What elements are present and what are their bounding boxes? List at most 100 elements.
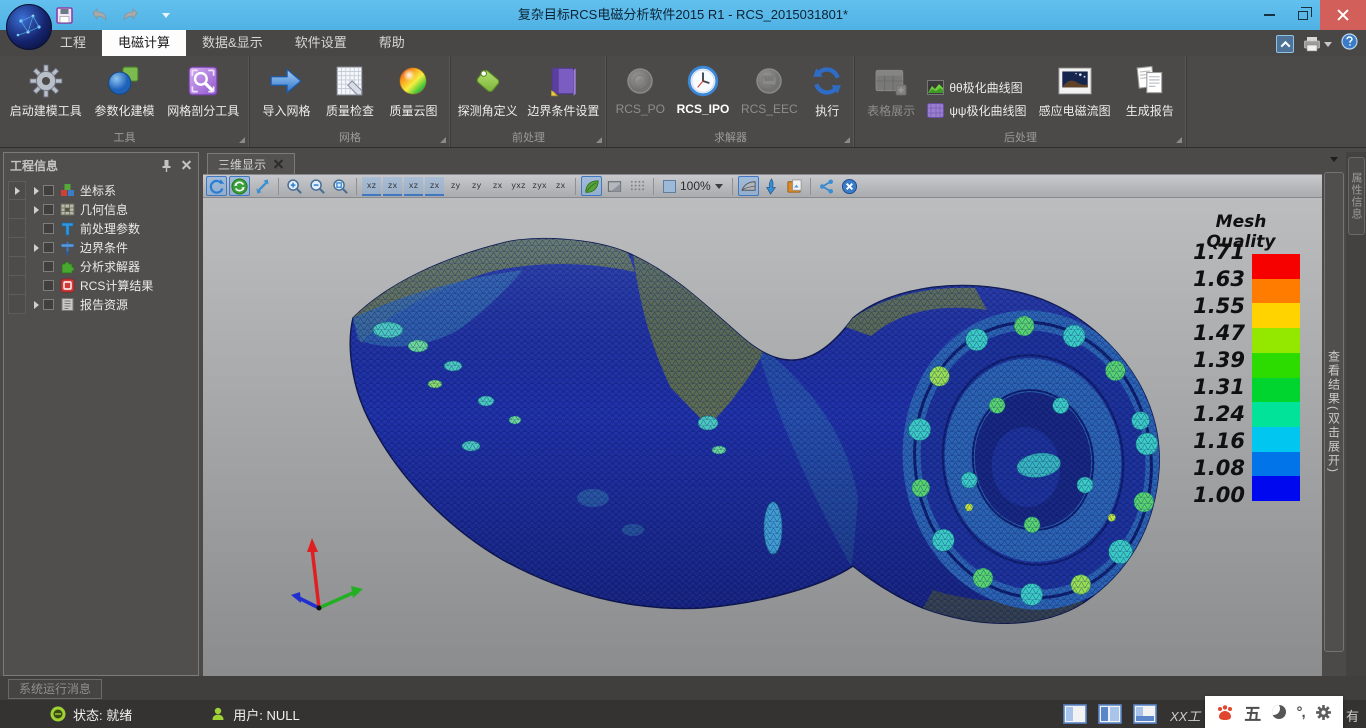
layout-bottom-panel-button[interactable]: [1133, 704, 1157, 724]
launch-modeling-tool-button[interactable]: 启动建模工具: [7, 62, 85, 119]
ribbon-group-label: 工具: [0, 130, 249, 147]
close-tab-icon[interactable]: [274, 159, 284, 169]
view-axis-button-5[interactable]: zy: [446, 177, 465, 196]
checkbox[interactable]: [43, 299, 54, 310]
tab-3d-display[interactable]: 三维显示: [207, 153, 295, 174]
boundary-conditions-button[interactable]: 边界条件设置: [524, 62, 602, 119]
wireframe-button[interactable]: [627, 176, 648, 196]
app-logo[interactable]: [6, 4, 52, 50]
tree-item-report-resources[interactable]: 报告资源: [8, 295, 194, 314]
expand-arrow-icon[interactable]: [34, 206, 39, 214]
layout-split-panel-button[interactable]: [1098, 704, 1122, 724]
dialog-launcher-icon[interactable]: [844, 137, 850, 143]
properties-tab[interactable]: 属性信息: [1348, 157, 1365, 235]
layout-left-panel-button[interactable]: [1063, 704, 1087, 724]
checkbox[interactable]: [43, 280, 54, 291]
minimize-button[interactable]: [1252, 0, 1286, 30]
rcs-ipo-button[interactable]: RCS_IPO: [674, 62, 733, 116]
smooth-shading-button[interactable]: [581, 176, 602, 196]
rcs-po-button[interactable]: RCS_PO: [613, 62, 668, 116]
expand-arrow-icon[interactable]: [34, 187, 39, 195]
ime-paw-icon[interactable]: [1216, 704, 1234, 721]
refresh-view-button[interactable]: [229, 176, 250, 196]
collapse-ribbon-button[interactable]: [1276, 35, 1294, 53]
theta-polarization-curve-button[interactable]: θθ极化曲线图: [927, 79, 1026, 96]
parametric-modeling-button[interactable]: 参数化建模: [91, 62, 157, 119]
dialog-launcher-icon[interactable]: [239, 137, 245, 143]
drop-view-button[interactable]: [761, 176, 782, 196]
psi-polarization-curve-button[interactable]: ψψ极化曲线图: [927, 102, 1026, 119]
view-axis-button-8[interactable]: yxz: [509, 177, 528, 196]
tree-item-coordinate-system[interactable]: 坐标系: [8, 181, 194, 200]
tree-item-label: 坐标系: [80, 182, 116, 199]
table-display-button[interactable]: 表格展示: [864, 62, 918, 119]
view-axis-button-10[interactable]: zx: [551, 177, 570, 196]
rotate-view-button[interactable]: [206, 176, 227, 196]
quality-check-button[interactable]: 质量检查: [323, 62, 377, 119]
pan-view-button[interactable]: [252, 176, 273, 196]
view-axis-button-2[interactable]: zx: [383, 177, 402, 196]
tree-item-geometry-info[interactable]: 几何信息: [8, 200, 194, 219]
mesh-partition-tool-button[interactable]: 网格剖分工具: [164, 62, 242, 119]
checkbox[interactable]: [43, 242, 54, 253]
ime-moon-icon[interactable]: [1272, 705, 1286, 719]
ime-wubi-toggle[interactable]: 五: [1244, 700, 1261, 725]
dialog-launcher-icon[interactable]: [440, 137, 446, 143]
menu-tab-data-display[interactable]: 数据&显示: [186, 30, 279, 56]
folder-image-icon: [786, 178, 803, 195]
color-swatch: [1252, 254, 1300, 279]
chevron-down-icon[interactable]: [1330, 157, 1338, 162]
view-axis-button-9[interactable]: zyx: [530, 177, 549, 196]
zoom-in-button[interactable]: [284, 176, 305, 196]
view-axis-button-6[interactable]: zy: [467, 177, 486, 196]
probe-angle-button[interactable]: 探测角定义: [455, 62, 521, 119]
print-button[interactable]: [1303, 36, 1332, 52]
zoom-fit-button[interactable]: [330, 176, 351, 196]
close-button[interactable]: [1320, 0, 1366, 30]
zoom-level-select[interactable]: 100%: [659, 179, 727, 193]
induced-current-map-button[interactable]: 感应电磁流图: [1036, 62, 1114, 119]
viewport-3d[interactable]: Mesh Quality 1.71 1.63 1.55 1.47 1.39 1.…: [203, 198, 1322, 676]
checkbox[interactable]: [43, 223, 54, 234]
ime-punctuation-toggle[interactable]: °,: [1297, 704, 1305, 721]
close-view-button[interactable]: [839, 176, 860, 196]
dialog-launcher-icon[interactable]: [1176, 137, 1182, 143]
rcs-eec-button[interactable]: RCS_EEC: [738, 62, 801, 116]
generate-report-button[interactable]: 生成报告: [1123, 62, 1177, 119]
checkbox[interactable]: [43, 185, 54, 196]
view-axis-button-1[interactable]: xz: [362, 177, 381, 196]
flat-shading-button[interactable]: [604, 176, 625, 196]
menu-tab-project[interactable]: 工程: [44, 30, 102, 56]
execute-button[interactable]: 执行: [806, 62, 848, 119]
view-results-tab[interactable]: 查看结果(双击展开): [1324, 172, 1344, 652]
dialog-launcher-icon[interactable]: [596, 137, 602, 143]
import-mesh-button[interactable]: 导入网格: [259, 62, 313, 119]
tree-item-boundary-conditions[interactable]: 边界条件: [8, 238, 194, 257]
view-axis-button-3[interactable]: xz: [404, 177, 423, 196]
tree-item-label: 分析求解器: [80, 258, 140, 275]
pin-icon[interactable]: [161, 159, 172, 172]
menu-tab-em-compute[interactable]: 电磁计算: [102, 30, 186, 56]
ime-settings-gear-icon[interactable]: [1315, 704, 1332, 721]
checkbox[interactable]: [43, 261, 54, 272]
restore-button[interactable]: [1286, 0, 1320, 30]
close-panel-icon[interactable]: [182, 160, 192, 170]
tree-item-analysis-solver[interactable]: 分析求解器: [8, 257, 194, 276]
view-axis-button-7[interactable]: zx: [488, 177, 507, 196]
zoom-out-button[interactable]: [307, 176, 328, 196]
system-message-tab[interactable]: 系统运行消息: [8, 679, 102, 699]
tree-item-preprocess-params[interactable]: 前处理参数: [8, 219, 194, 238]
view-axis-button-4[interactable]: zx: [425, 177, 444, 196]
help-button[interactable]: [1341, 33, 1358, 55]
export-image-button[interactable]: [784, 176, 805, 196]
expand-arrow-icon[interactable]: [34, 301, 39, 309]
menu-tab-help[interactable]: 帮助: [363, 30, 421, 56]
menu-tab-settings[interactable]: 软件设置: [279, 30, 363, 56]
rcs-result-icon: [59, 278, 75, 294]
checkbox[interactable]: [43, 204, 54, 215]
quality-cloud-button[interactable]: 质量云图: [386, 62, 440, 119]
share-view-button[interactable]: [816, 176, 837, 196]
clip-plane-button[interactable]: [738, 176, 759, 196]
tree-item-rcs-results[interactable]: RCS计算结果: [8, 276, 194, 295]
expand-arrow-icon[interactable]: [34, 244, 39, 252]
